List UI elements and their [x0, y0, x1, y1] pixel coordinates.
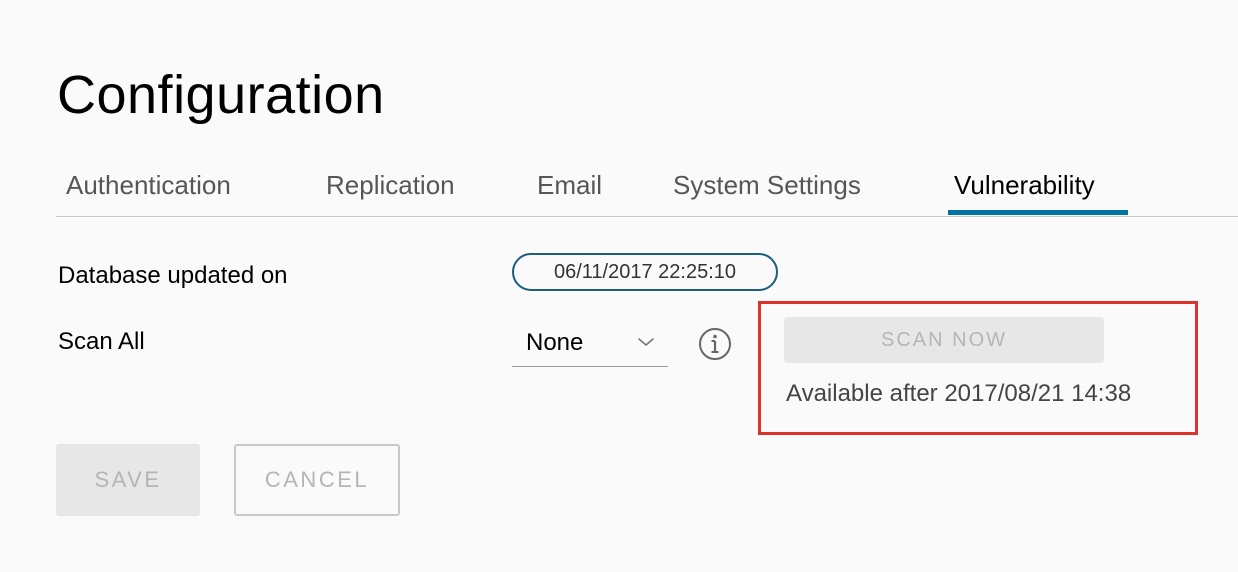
scan-now-button[interactable]: SCAN NOW — [784, 317, 1104, 363]
tab-authentication[interactable]: Authentication — [66, 168, 231, 202]
config-tabs: Authentication Replication Email System … — [56, 160, 1238, 217]
scan-all-select[interactable]: None — [512, 324, 668, 367]
scan-all-label: Scan All — [58, 328, 145, 355]
info-icon[interactable] — [698, 327, 732, 361]
save-button[interactable]: SAVE — [56, 444, 200, 516]
cancel-button[interactable]: CANCEL — [234, 444, 400, 516]
page-title: Configuration — [57, 65, 385, 125]
database-updated-badge: 06/11/2017 22:25:10 — [512, 253, 778, 291]
scan-availability-text: Available after 2017/08/21 14:38 — [786, 380, 1132, 407]
tab-vulnerability[interactable]: Vulnerability — [954, 168, 1095, 202]
tab-system-settings[interactable]: System Settings — [673, 168, 861, 202]
scan-all-select-value: None — [526, 329, 584, 356]
active-tab-indicator — [948, 210, 1128, 215]
tab-email[interactable]: Email — [537, 168, 602, 202]
database-updated-label: Database updated on — [58, 262, 288, 289]
chevron-down-icon — [636, 332, 656, 352]
tab-replication[interactable]: Replication — [326, 168, 455, 202]
